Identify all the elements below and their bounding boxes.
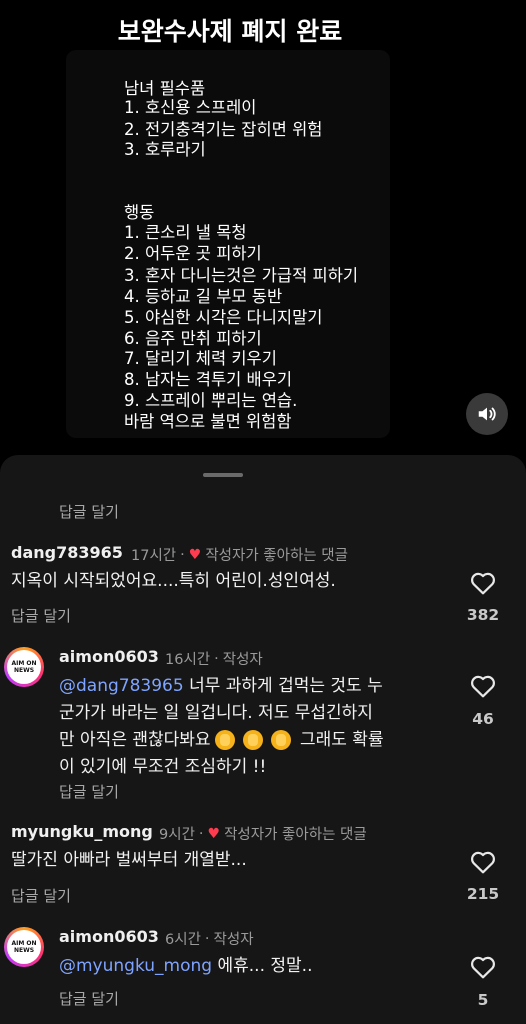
comment-line-text: 만 아직은 괜찮다봐요 [59,730,211,750]
comment-text: @myungku_mong 에휴... 정말.. [59,953,312,980]
heart-outline-icon[interactable] [470,674,496,698]
creator-liked-badge: 작성자가 좋아하는 댓글 [205,548,348,564]
heart-outline-icon[interactable] [470,850,496,874]
comment-line-text: 너무 과하게 겁먹는 것도 누 [183,676,383,696]
like-count: 5 [477,991,489,1009]
comment-text: 지옥이 시작되었어요....특히 어린이.성인여성. [11,571,336,591]
like-count: 215 [466,885,500,903]
comment-line: 이 있기에 무조건 조심하기 !! [59,757,267,777]
like-count: 46 [472,710,494,728]
reply-button[interactable]: 답글 달기 [11,605,71,626]
comment-line: @dang783965 너무 과하게 겁먹는 것도 누 [59,673,449,700]
clapping-hands-emoji [242,730,263,750]
author-badge: 작성자 [213,932,254,948]
comment-meta: 16시간 · 작성자 [165,648,263,669]
comment-time: 17시간 [131,548,177,564]
author-badge: 작성자 [222,652,263,668]
comments-sheet[interactable]: 답글 달기 dang783965 17시간 · ♥ 작성자가 좋아하는 댓글 지… [0,455,526,1024]
speaker-icon [478,407,496,421]
separator: · [204,930,210,947]
mention-link[interactable]: @myungku_mong [59,956,212,976]
avatar-image: AIM ON NEWS [7,930,41,964]
reply-button[interactable]: 답글 달기 [11,885,71,906]
comment-line-text: 에휴... 정말.. [212,956,313,976]
comment-username[interactable]: aimon0603 [59,927,159,946]
sheet-drag-handle[interactable] [203,473,243,477]
avatar-image: AIM ON NEWS [7,650,41,684]
comment-meta: 17시간 · ♥ 작성자가 좋아하는 댓글 [131,544,348,565]
comment-username[interactable]: myungku_mong [11,822,153,841]
mention-link[interactable]: @dang783965 [59,676,184,696]
comment-meta: 9시간 · ♥ 작성자가 좋아하는 댓글 [159,823,367,844]
note-line: 바람 역으로 불면 위험함 [124,412,292,431]
comment-line: 군가가 바라는 일 일겁니다. 저도 무섭긴하지 [59,703,373,723]
heart-outline-icon[interactable] [470,571,496,595]
reply-button[interactable]: 답글 달기 [59,781,119,802]
heart-filled-icon: ♥ [188,546,202,563]
comment-time: 16시간 [165,652,211,668]
reply-button[interactable]: 답글 달기 [59,988,119,1009]
avatar-text: AIM ON [11,940,37,947]
note-line: 3. 호루라기 [124,140,206,159]
comment-time: 9시간 [159,827,195,843]
clapping-hands-emoji [270,730,291,750]
separator: · [214,650,219,667]
comment-text: 딸가진 아빠라 벌써부터 개열받... [11,850,247,870]
video-player[interactable]: 보완수사제 폐지 완료 남녀 필수품 1. 호신용 스프레이 2. 전기충격기는… [0,0,526,455]
sound-toggle-button[interactable] [466,393,508,435]
avatar-text: NEWS [13,667,35,674]
video-title: 보완수사제 폐지 완료 [117,17,343,46]
avatar-text: NEWS [13,947,35,954]
like-count: 382 [466,606,500,624]
comment-username[interactable]: dang783965 [11,543,123,562]
comment-time: 6시간 [165,932,201,948]
note-line: 1. 호신용 스프레이 [124,98,257,117]
clapping-hands-emoji [214,730,235,750]
heart-outline-icon[interactable] [470,955,496,979]
avatar-text: AIM ON [11,660,37,667]
comment-line-text: 그래도 확률 [294,730,384,750]
separator: · [180,546,185,563]
avatar[interactable]: AIM ON NEWS [4,647,44,687]
separator: · [198,825,204,842]
creator-liked-badge: 작성자가 좋아하는 댓글 [224,827,367,843]
reply-button[interactable]: 답글 달기 [59,501,119,522]
heart-filled-icon: ♥ [207,825,221,842]
note-line: 2. 어두운 곳 피하기 [124,244,262,263]
comment-line: 만 아직은 괜찮다봐요 그래도 확률 [59,727,449,754]
comment-meta: 6시간 · 작성자 [165,928,254,949]
comment-text: @dang783965 너무 과하게 겁먹는 것도 누 군가가 바라는 일 일겁… [59,673,449,781]
avatar[interactable]: AIM ON NEWS [4,927,44,967]
comment-username[interactable]: aimon0603 [59,647,159,666]
